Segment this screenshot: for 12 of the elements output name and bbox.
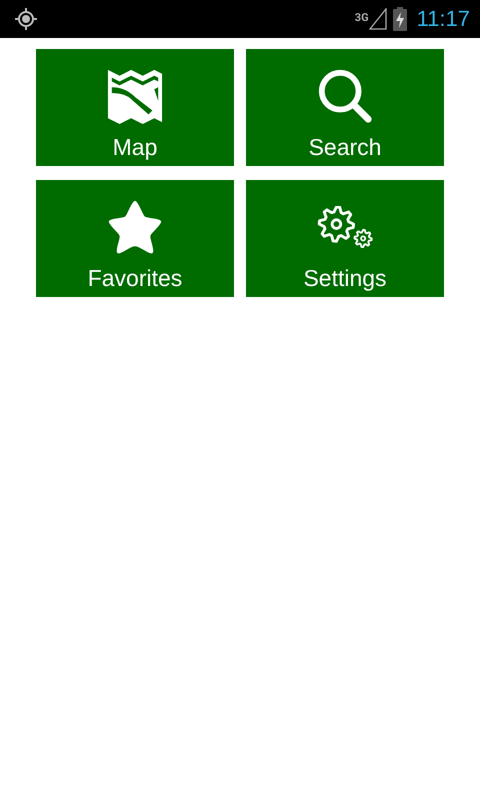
battery-icon [392,7,407,31]
menu-tile[interactable]: Search [246,49,444,166]
menu-tile[interactable]: Settings [246,180,444,297]
star-icon [106,198,164,254]
gps-icon [14,7,38,31]
menu-tile[interactable]: Favorites [36,180,234,297]
map-icon [106,68,164,124]
clock: 11:17 [416,6,470,32]
menu-tile[interactable]: Map [36,49,234,166]
settings-icon [316,206,374,248]
signal-icon [368,8,387,30]
network-label: 3G [354,11,369,24]
